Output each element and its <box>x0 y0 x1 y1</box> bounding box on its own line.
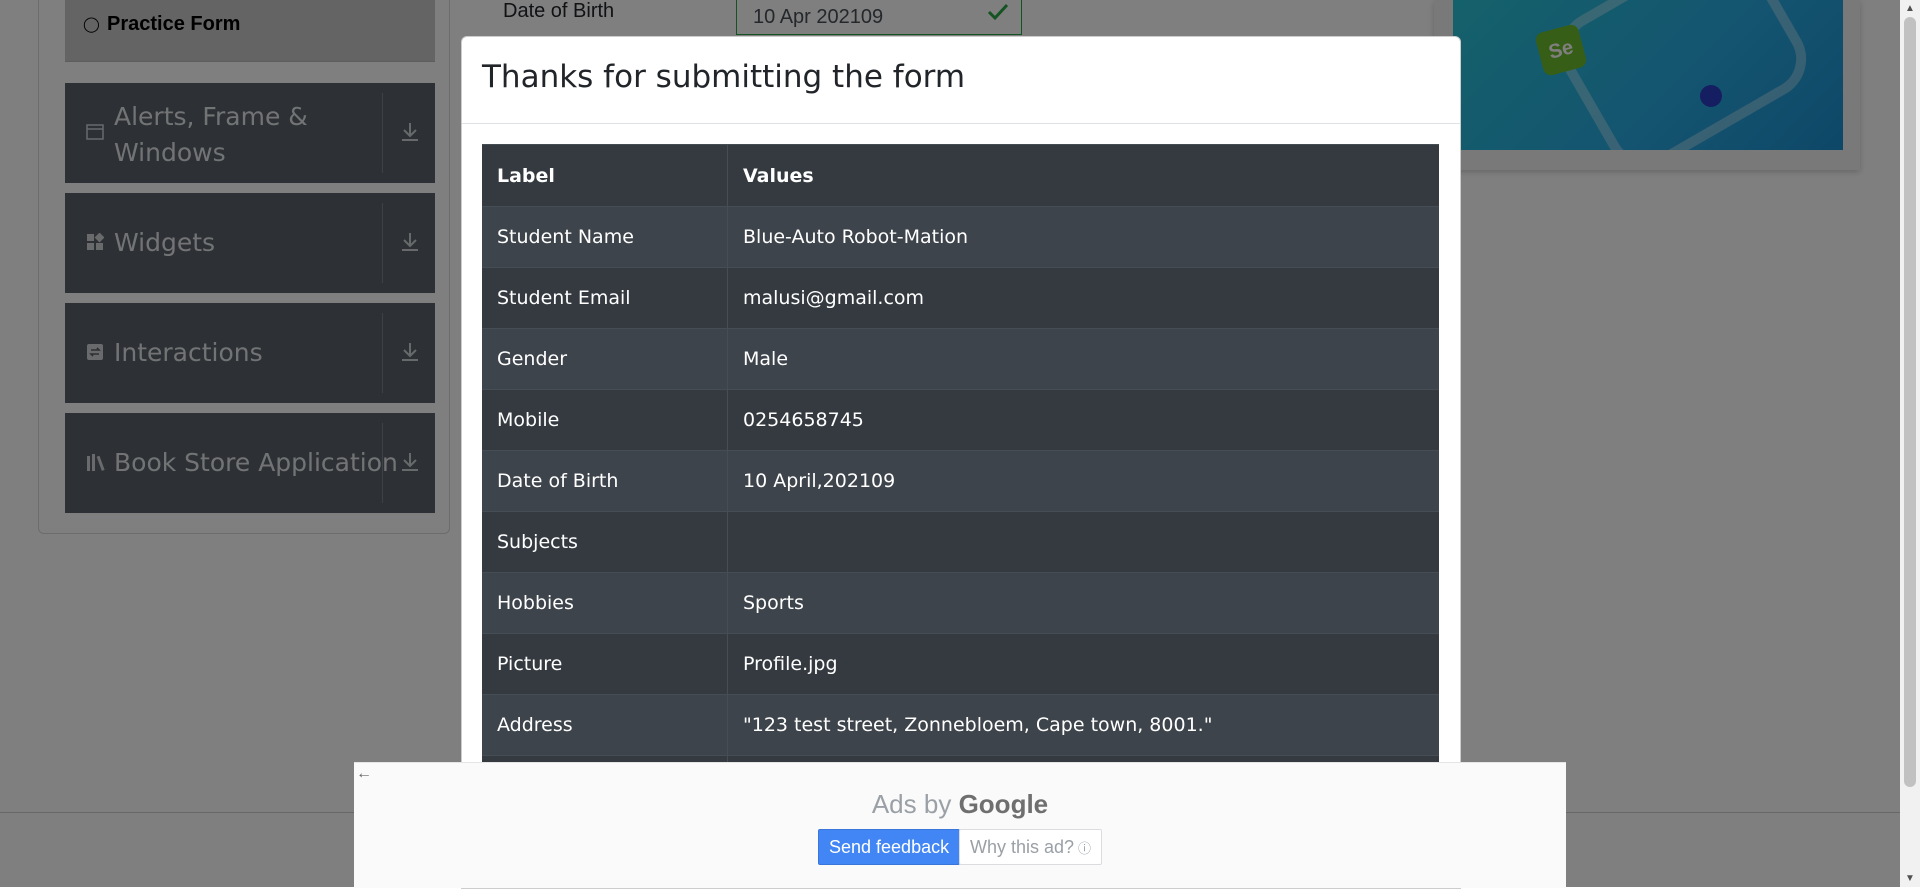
row-label: Address <box>482 694 728 756</box>
table-row: Address "123 test street, Zonnebloem, Ca… <box>482 694 1439 756</box>
row-value: "123 test street, Zonnebloem, Cape town,… <box>727 694 1439 756</box>
google-wordmark: Google <box>958 789 1049 819</box>
row-value: Male <box>727 328 1439 390</box>
scroll-up-arrow-icon[interactable]: ▲ <box>1900 0 1920 17</box>
info-icon: ⓘ <box>1078 841 1092 856</box>
row-value: Profile.jpg <box>727 633 1439 695</box>
row-label: Picture <box>482 633 728 695</box>
table-header-row: Label Values <box>482 144 1439 207</box>
column-header-label: Label <box>482 144 728 207</box>
row-label: Student Email <box>482 267 728 329</box>
table-row: Student Email malusi@gmail.com <box>482 267 1439 329</box>
google-ad-panel: ← Ads by Google Send feedback Why this a… <box>354 762 1566 888</box>
row-value: 10 April,202109 <box>727 450 1439 512</box>
why-this-ad-button[interactable]: Why this ad? ⓘ <box>959 829 1103 865</box>
vertical-scrollbar[interactable]: ▲ ▼ <box>1900 0 1920 887</box>
why-this-ad-label: Why this ad? <box>970 837 1075 857</box>
row-label: Student Name <box>482 206 728 268</box>
row-value: 0254658745 <box>727 389 1439 451</box>
table-row: Date of Birth 10 April,202109 <box>482 450 1439 512</box>
modal-header: Thanks for submitting the form <box>462 37 1460 124</box>
row-value <box>727 511 1439 573</box>
row-value: Sports <box>727 572 1439 634</box>
modal-title: Thanks for submitting the form <box>482 59 966 95</box>
scroll-thumb[interactable] <box>1904 17 1916 787</box>
send-feedback-button[interactable]: Send feedback <box>818 829 961 865</box>
row-label: Gender <box>482 328 728 390</box>
table-row: Subjects <box>482 511 1439 573</box>
row-label: Subjects <box>482 511 728 573</box>
row-label: Mobile <box>482 389 728 451</box>
column-header-values: Values <box>727 144 1439 207</box>
table-row: Hobbies Sports <box>482 572 1439 634</box>
row-label: Hobbies <box>482 572 728 634</box>
row-value: malusi@gmail.com <box>727 267 1439 329</box>
table-row: Mobile 0254658745 <box>482 389 1439 451</box>
table-row: Picture Profile.jpg <box>482 633 1439 695</box>
row-value: Blue-Auto Robot-Mation <box>727 206 1439 268</box>
table-row: Student Name Blue-Auto Robot-Mation <box>482 206 1439 268</box>
ads-by-text: Ads by <box>871 789 952 819</box>
submission-table: Label Values Student Name Blue-Auto Robo… <box>482 144 1439 816</box>
table-row: Gender Male <box>482 328 1439 390</box>
row-label: Date of Birth <box>482 450 728 512</box>
scroll-down-arrow-icon[interactable]: ▼ <box>1900 870 1920 887</box>
ads-by-google-label: Ads by Google <box>354 789 1566 820</box>
back-arrow-icon[interactable]: ← <box>356 765 372 783</box>
